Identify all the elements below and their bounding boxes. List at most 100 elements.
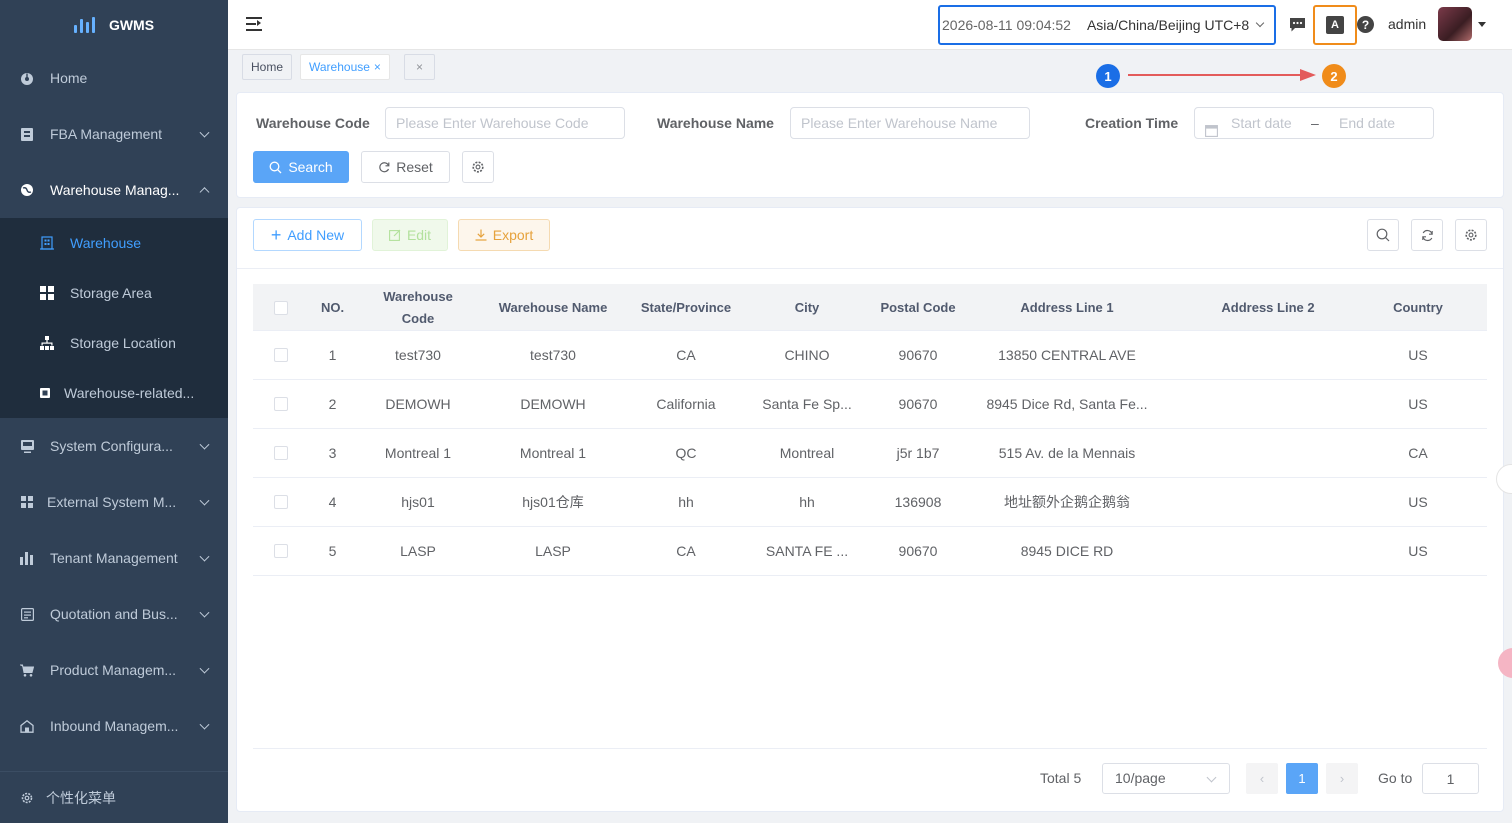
sidebar-subitem-storage-area[interactable]: Storage Area	[0, 268, 228, 318]
timezone-label: Asia/China/Beijing UTC+8	[1086, 17, 1250, 33]
sidebar-item-product-management[interactable]: Product Managem...	[0, 642, 228, 698]
sidebar-item-tenant-management[interactable]: Tenant Management	[0, 530, 228, 586]
annotation-arrow-line	[1128, 74, 1308, 76]
sidebar-item-label: Tenant Management	[50, 550, 178, 566]
sidebar-item-external-system[interactable]: External System M...	[0, 474, 228, 530]
sidebar-item-home[interactable]: Home	[0, 50, 228, 106]
column-header[interactable]: Address Line 2	[1173, 284, 1363, 331]
chevron-down-icon	[199, 495, 210, 506]
dashboard-icon	[20, 71, 34, 85]
sidebar-item-system-configuration[interactable]: System Configura...	[0, 418, 228, 474]
tag-warehouse[interactable]: Warehouse ×	[300, 54, 390, 80]
column-header[interactable]: Warehouse Name	[483, 284, 623, 331]
warehouse-code-label: Warehouse Code	[256, 115, 370, 131]
start-date-input[interactable]: Start date	[1231, 108, 1292, 138]
sidebar-subitem-storage-location[interactable]: Storage Location	[0, 318, 228, 368]
column-settings-button[interactable]	[1455, 219, 1487, 251]
address-line1-cell: 8945 DICE RD	[1020, 543, 1114, 559]
sidebar-personalize-menu[interactable]: 个性化菜单	[0, 772, 228, 823]
address-line1-cell: 8945 Dice Rd, Santa Fe...	[986, 396, 1148, 412]
refresh-table-button[interactable]	[1411, 219, 1443, 251]
country-cell: US	[1408, 347, 1428, 363]
table-row[interactable]: 2 DEMOWH DEMOWH California Santa Fe Sp... 906…	[253, 380, 1487, 429]
postal-code-cell: 90670	[898, 396, 938, 412]
goto-page-input[interactable]: 1	[1422, 763, 1479, 794]
postal-code-cell: 136908	[894, 494, 942, 510]
table-footer-divider	[253, 748, 1487, 749]
sidebar-item-warehouse-management[interactable]: Warehouse Manag...	[0, 162, 228, 218]
column-header[interactable]: Country	[1363, 284, 1473, 331]
column-header[interactable]: Warehouse Code	[376, 284, 460, 331]
address-line2-cell	[1173, 527, 1363, 575]
timezone-selector[interactable]: 2026-08-11 09:04:52 Asia/China/Beijing U…	[938, 5, 1276, 45]
row-checkbox[interactable]	[274, 348, 288, 362]
menu-toggle-icon[interactable]	[246, 17, 262, 31]
sidebar-item-label: 个性化菜单	[46, 789, 116, 806]
table-row[interactable]: 3 Montreal 1 Montreal 1 QC Montreal j5r 1b7 51…	[253, 429, 1487, 478]
username[interactable]: admin	[1388, 16, 1426, 32]
edit-button[interactable]: Edit	[372, 219, 448, 251]
search-button[interactable]: Search	[253, 151, 349, 183]
row-checkbox[interactable]	[274, 495, 288, 509]
row-checkbox[interactable]	[274, 397, 288, 411]
address-line2-cell	[1173, 331, 1363, 379]
add-new-button[interactable]: + Add New	[253, 219, 362, 251]
caret-down-icon[interactable]	[1478, 22, 1486, 27]
language-switch-button[interactable]: A	[1313, 5, 1357, 45]
row-checkbox[interactable]	[274, 446, 288, 460]
column-header[interactable]: State/Province	[621, 284, 751, 331]
gear-icon	[1465, 229, 1477, 241]
close-icon[interactable]: ×	[374, 60, 381, 74]
next-page-button[interactable]: ›	[1326, 763, 1358, 794]
sidebar-subitem-warehouse[interactable]: Warehouse	[0, 218, 228, 268]
sidebar-item-label: Product Managem...	[50, 662, 177, 678]
close-icon: ×	[415, 60, 423, 74]
sidebar-item-quotation[interactable]: Quotation and Bus...	[0, 586, 228, 642]
country-cell: US	[1408, 494, 1428, 510]
toggle-search-button[interactable]	[1367, 219, 1399, 251]
prev-page-button[interactable]: ‹	[1246, 763, 1278, 794]
page-number-current[interactable]: 1	[1286, 763, 1318, 794]
creation-time-range[interactable]: Start date – End date	[1194, 107, 1434, 139]
sidebar-item-label: System Configura...	[50, 438, 173, 454]
close-tags-button[interactable]: ×	[404, 54, 435, 80]
message-icon[interactable]	[1287, 15, 1307, 35]
warehouse-name-cell: hjs01仓库	[522, 494, 584, 510]
export-button[interactable]: Export	[458, 219, 550, 251]
select-all-checkbox[interactable]	[274, 300, 288, 315]
annotation-badge-one: 1	[1096, 64, 1120, 88]
country-cell: CA	[1408, 445, 1428, 461]
warehouse-name-cell: test730	[530, 347, 576, 363]
reset-button[interactable]: Reset	[361, 151, 450, 183]
sidebar-item-inbound-management[interactable]: Inbound Managem...	[0, 698, 228, 754]
sidebar-item-label: Home	[50, 70, 88, 86]
row-number: 2	[328, 396, 337, 412]
sidebar-subitem-warehouse-related[interactable]: Warehouse-related...	[0, 368, 228, 418]
row-number: 3	[328, 445, 337, 461]
column-header[interactable]: Address Line 1	[973, 284, 1161, 331]
range-separator: –	[1311, 115, 1319, 131]
warehouse-name-label: Warehouse Name	[657, 115, 774, 131]
help-icon[interactable]: ?	[1357, 16, 1374, 33]
column-header[interactable]: NO.	[309, 284, 356, 331]
select-all-cell	[253, 284, 309, 331]
column-header[interactable]: Postal Code	[863, 284, 973, 331]
sidebar-item-fba[interactable]: FBA Management	[0, 106, 228, 162]
address-line1-cell: 地址额外企鹅企鹅翁	[1004, 494, 1130, 510]
row-checkbox[interactable]	[274, 544, 288, 558]
avatar[interactable]	[1438, 7, 1472, 41]
warehouse-name-input[interactable]: Please Enter Warehouse Name	[790, 107, 1030, 139]
end-date-input[interactable]: End date	[1339, 108, 1395, 138]
app-name: GWMS	[108, 17, 155, 33]
table-row[interactable]: 5 LASP LASP CA SANTA FE ... 90670 8945 DICE RD…	[253, 527, 1487, 576]
column-header[interactable]: City	[748, 284, 866, 331]
app-logo[interactable]: GWMS	[0, 0, 228, 50]
row-number: 4	[328, 494, 337, 510]
tag-home[interactable]: Home	[242, 54, 293, 80]
page-size-select[interactable]: 10/page	[1102, 763, 1230, 794]
chevron-up-icon	[199, 187, 210, 198]
search-settings-button[interactable]	[462, 151, 494, 183]
table-row[interactable]: 4 hjs01 hjs01仓库 hh hh 136908 地址额外企鹅企鹅翁 US	[253, 478, 1487, 527]
table-row[interactable]: 1 test730 test730 CA CHINO 90670 13850 CENTRAL…	[253, 331, 1487, 380]
warehouse-code-input[interactable]: Please Enter Warehouse Code	[385, 107, 625, 139]
